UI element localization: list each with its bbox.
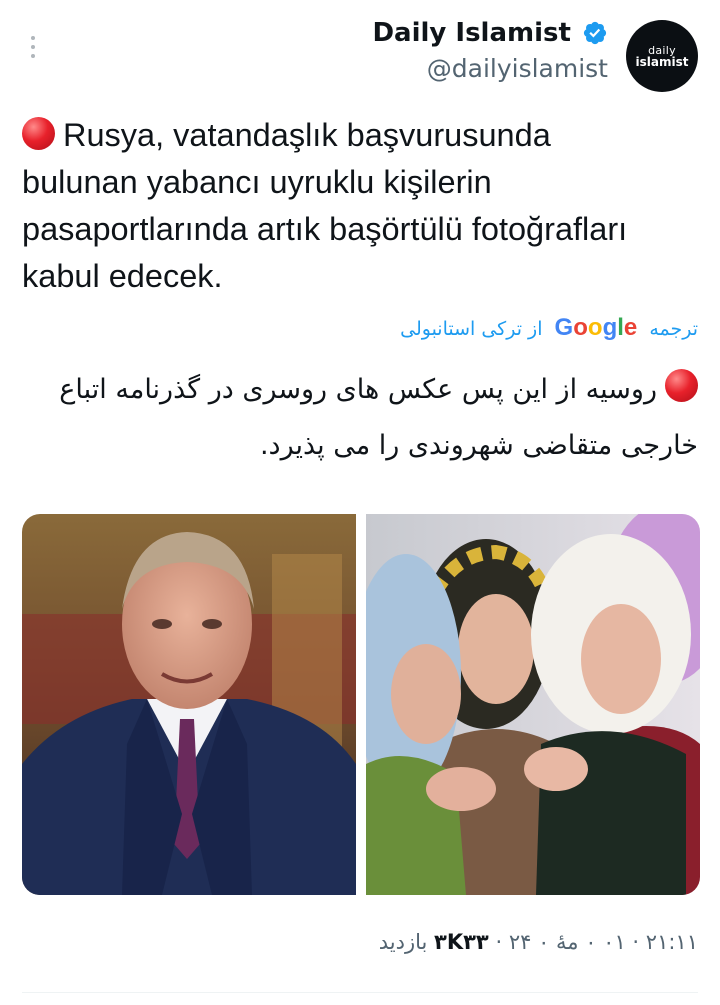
tweet-text: Rusya, vatandaşlık başvurusunda bulunan … <box>22 112 672 300</box>
avatar-text-2: islamist <box>635 54 689 69</box>
views-label: بازدید <box>378 930 428 954</box>
media-grid <box>22 514 700 895</box>
women-in-headscarves-image <box>366 514 700 895</box>
tweet-time[interactable]: ۲۱:۱۱ <box>646 930 698 954</box>
meta-separator: · <box>495 930 503 954</box>
translate-label: ترجمه <box>649 318 698 340</box>
avatar-text-1: daily <box>648 43 676 57</box>
red-circle-icon <box>22 117 55 150</box>
translate-source-language: از ترکی استانبولی <box>400 318 543 340</box>
translated-body: روسیه از این پس عکس های روسری در گذرنامه… <box>59 374 698 461</box>
tweet-date[interactable]: ۰۱ ۰ مهٔ ۰ ۲۴ <box>509 930 626 954</box>
views-count: ۳K۳۳ <box>434 930 489 954</box>
tweet-meta: ۲۱:۱۱ · ۰۱ ۰ مهٔ ۰ ۲۴ · ۳K۳۳ بازدید <box>379 930 698 954</box>
author-block[interactable]: Daily Islamist @dailyislamist <box>372 18 608 83</box>
red-circle-icon <box>665 369 698 402</box>
meta-separator: · <box>632 930 640 954</box>
avatar[interactable]: daily islamist <box>626 20 698 92</box>
more-options-icon[interactable] <box>26 36 40 66</box>
google-logo: Google <box>554 314 638 341</box>
translated-text: روسیه از این پس عکس های روسری در گذرنامه… <box>18 362 698 474</box>
women-in-headscarves-photo[interactable] <box>366 514 700 895</box>
man-in-suit-photo[interactable] <box>22 514 356 895</box>
translate-link[interactable]: ترجمه Google از ترکی استانبولی <box>400 314 698 342</box>
man-in-suit-image <box>22 514 356 895</box>
author-name[interactable]: Daily Islamist <box>372 18 570 48</box>
divider <box>22 992 698 993</box>
verified-badge-icon <box>583 21 607 45</box>
tweet-body: Rusya, vatandaşlık başvurusunda bulunan … <box>22 117 628 294</box>
author-handle[interactable]: @dailyislamist <box>372 54 608 83</box>
